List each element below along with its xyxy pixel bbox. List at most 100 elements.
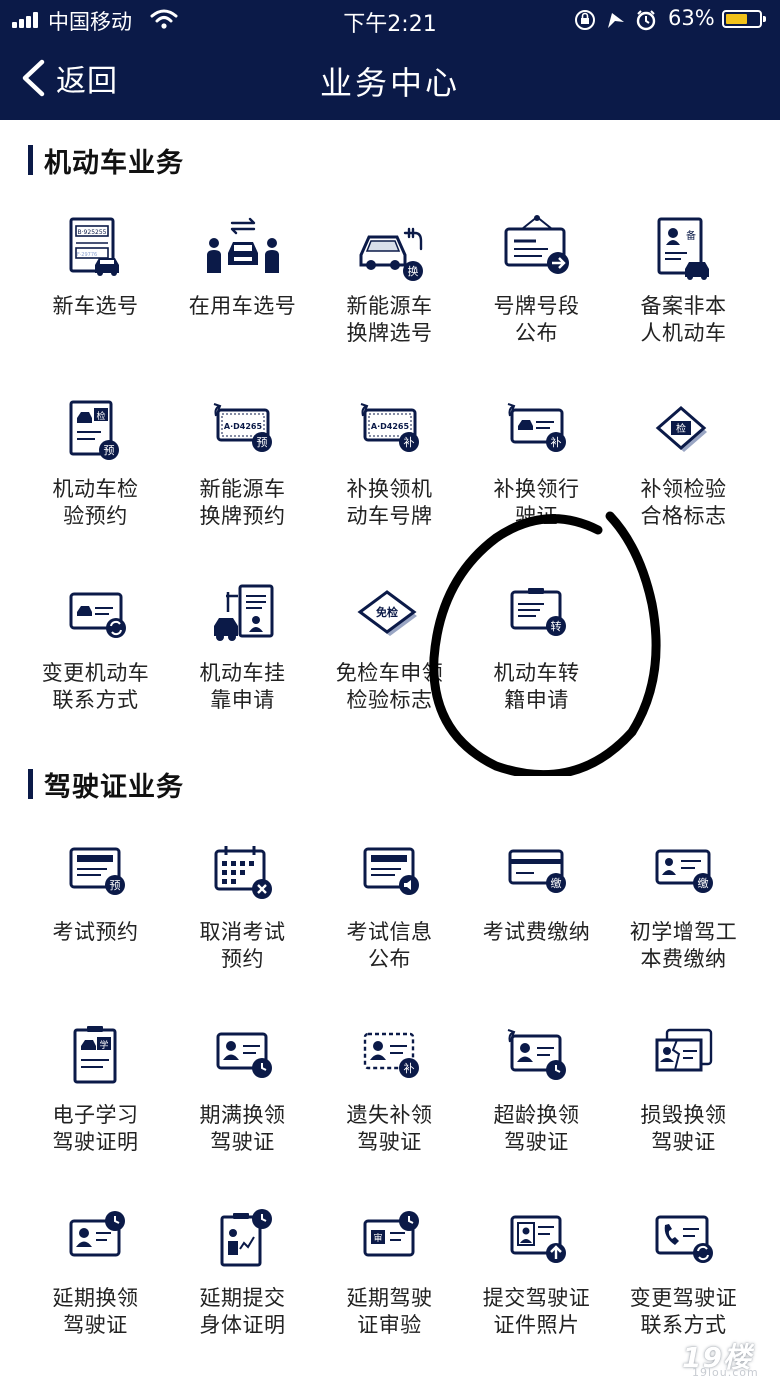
svg-text:预: 预: [109, 879, 120, 892]
service-tile-license-expiry[interactable]: 期满换领 驾驶证: [169, 1024, 316, 1156]
service-tile-learner-fee[interactable]: 缴 初学增驾工 本费缴纳: [610, 841, 757, 973]
service-label: 补换领行 驶证: [493, 477, 580, 528]
license-delay-icon: [69, 1211, 125, 1257]
service-tile-ev-plate-select[interactable]: 换 新能源车 换牌选号: [316, 215, 463, 347]
ev-car-icon: 换: [359, 227, 423, 281]
license-plate-car-icon: B·925255 F·29776: [69, 217, 119, 276]
service-tile-exempt-sticker[interactable]: 免检 免检车申领 检验标志: [316, 582, 463, 714]
svg-text:A·D4265: A·D4265: [223, 422, 262, 431]
service-tile-cancel-exam[interactable]: 取消考试 预约: [169, 841, 316, 973]
service-label: 补领检验 合格标志: [640, 477, 727, 528]
license-damaged-icon: [655, 1028, 712, 1072]
service-label: 备案非本 人机动车: [640, 294, 727, 345]
license-replace-icon: 补: [507, 403, 566, 452]
svg-text:检: 检: [676, 422, 686, 435]
service-label: 考试费缴纳: [482, 920, 591, 944]
service-label: 取消考试 预约: [199, 920, 286, 971]
service-tile-used-car-plate[interactable]: 在用车选号: [169, 215, 316, 320]
service-tile-vehicle-contact[interactable]: 变更机动车 联系方式: [22, 582, 169, 714]
svg-text:缴: 缴: [550, 876, 561, 890]
service-label: 电子学习 驾驶证明: [52, 1103, 139, 1154]
watermark-url: 19lou.com: [692, 1366, 759, 1379]
service-label: 考试信息 公布: [346, 920, 433, 971]
svg-text:补: 补: [403, 1062, 414, 1075]
service-tile-license-damaged[interactable]: 损毁换领 驾驶证: [610, 1024, 757, 1156]
section-header-license: 驾驶证业务: [28, 767, 184, 803]
svg-text:F·29776: F·29776: [76, 252, 96, 258]
svg-text:学: 学: [99, 1039, 108, 1051]
service-label: 机动车转 籍申请: [493, 661, 580, 712]
service-tile-health-proof[interactable]: 延期提交 身体证明: [169, 1207, 316, 1339]
service-label: 在用车选号: [188, 294, 297, 318]
license-lost-icon: 补: [363, 1032, 419, 1078]
service-label: 新能源车 换牌选号: [346, 294, 433, 345]
service-tile-plate-range[interactable]: 号牌号段 公布: [463, 215, 610, 347]
service-label: 新能源车 换牌预约: [199, 477, 286, 528]
license-overage-icon: [507, 1029, 566, 1080]
service-tile-vehicle-affiliation[interactable]: 机动车挂 靠申请: [169, 582, 316, 714]
service-label: 免检车申领 检验标志: [335, 661, 444, 712]
svg-text:审: 审: [373, 1232, 382, 1244]
service-tile-license-contact[interactable]: 变更驾驶证 联系方式: [610, 1207, 757, 1339]
service-label: 延期提交 身体证明: [199, 1286, 286, 1337]
announcement-board-icon: [504, 215, 569, 274]
service-tile-exam-booking[interactable]: 预 考试预约: [22, 841, 169, 946]
svg-text:预: 预: [103, 444, 114, 457]
service-tile-license-replace[interactable]: 补 补换领行 驶证: [463, 398, 610, 530]
service-tile-exam-fee[interactable]: 缴 考试费缴纳: [463, 841, 610, 946]
plate-refresh-icon: A·D4265 预: [213, 403, 272, 452]
study-certificate-icon: 学: [73, 1026, 116, 1084]
service-tile-record-vehicle[interactable]: 备 备案非本 人机动车: [610, 215, 757, 347]
service-label: 变更机动车 联系方式: [41, 661, 150, 712]
service-tile-inspection-booking[interactable]: 检 预 机动车检 验预约: [22, 398, 169, 530]
service-label: 期满换领 驾驶证: [199, 1103, 286, 1154]
service-tile-ev-plate-booking[interactable]: A·D4265 预 新能源车 换牌预约: [169, 398, 316, 530]
service-label: 新车选号: [52, 294, 139, 318]
plate-replace-icon: A·D4265 补: [360, 403, 419, 452]
status-bar: 中国移动 下午2:21 63%: [0, 0, 780, 40]
service-tile-new-car-plate[interactable]: B·925255 F·29776 新车选号: [22, 215, 169, 320]
svg-text:B·925255: B·925255: [77, 229, 106, 236]
service-tile-photo-upload[interactable]: 提交驾驶证 证件照片: [463, 1207, 610, 1339]
service-tile-license-audit[interactable]: 审 延期驾驶 证审验: [316, 1207, 463, 1339]
service-tile-license-overage[interactable]: 超龄换领 驾驶证: [463, 1024, 610, 1156]
service-tile-transfer-registration[interactable]: 转 机动车转 籍申请: [463, 582, 610, 714]
service-tile-license-lost[interactable]: 补 遗失补领 驾驶证: [316, 1024, 463, 1156]
service-label: 损毁换领 驾驶证: [640, 1103, 727, 1154]
service-label: 号牌号段 公布: [493, 294, 580, 345]
exam-booking-icon: 预: [69, 847, 125, 895]
section-accent-bar: [28, 145, 33, 175]
svg-text:补: 补: [550, 436, 561, 449]
inspection-sticker-icon: 检: [655, 406, 707, 452]
service-label: 遗失补领 驾驶证: [346, 1103, 433, 1154]
exam-fee-icon: 缴: [508, 849, 566, 893]
service-tile-inspection-sticker[interactable]: 检 补领检验 合格标志: [610, 398, 757, 530]
top-bar: 中国移动 下午2:21 63% 返回 业务中心: [0, 0, 780, 120]
phone-contact-icon: [655, 1215, 713, 1263]
exam-info-icon: [363, 847, 419, 895]
service-label: 提交驾驶证 证件照片: [482, 1286, 591, 1337]
service-tile-plate-replace[interactable]: A·D4265 补 补换领机 动车号牌: [316, 398, 463, 530]
service-tile-exam-info[interactable]: 考试信息 公布: [316, 841, 463, 973]
battery-percent: 63%: [668, 6, 715, 30]
service-label: 变更驾驶证 联系方式: [629, 1286, 738, 1337]
transfer-registration-icon: 转: [510, 588, 566, 636]
exempt-sticker-icon: 免检: [356, 590, 417, 636]
inspection-doc-icon: 检 预: [69, 400, 119, 460]
service-label: 考试预约: [52, 920, 139, 944]
svg-text:预: 预: [256, 436, 267, 449]
service-tile-license-delay[interactable]: 延期换领 驾驶证: [22, 1207, 169, 1339]
section-accent-bar: [28, 769, 33, 799]
svg-text:换: 换: [407, 264, 418, 278]
learner-fee-icon: 缴: [655, 849, 713, 893]
service-label: 超龄换领 驾驶证: [493, 1103, 580, 1154]
car-transfer-icon: [206, 217, 279, 273]
service-tile-study-certificate[interactable]: 学 电子学习 驾驶证明: [22, 1024, 169, 1156]
svg-text:A·D4265: A·D4265: [370, 422, 409, 431]
watermark-logo: 19楼 19lou.com: [676, 1336, 772, 1380]
section-title: 机动车业务: [44, 147, 184, 179]
status-indicators-icon: [575, 10, 656, 31]
svg-text:转: 转: [550, 619, 561, 633]
section-title: 驾驶证业务: [44, 771, 184, 803]
service-label: 延期换领 驾驶证: [52, 1286, 139, 1337]
